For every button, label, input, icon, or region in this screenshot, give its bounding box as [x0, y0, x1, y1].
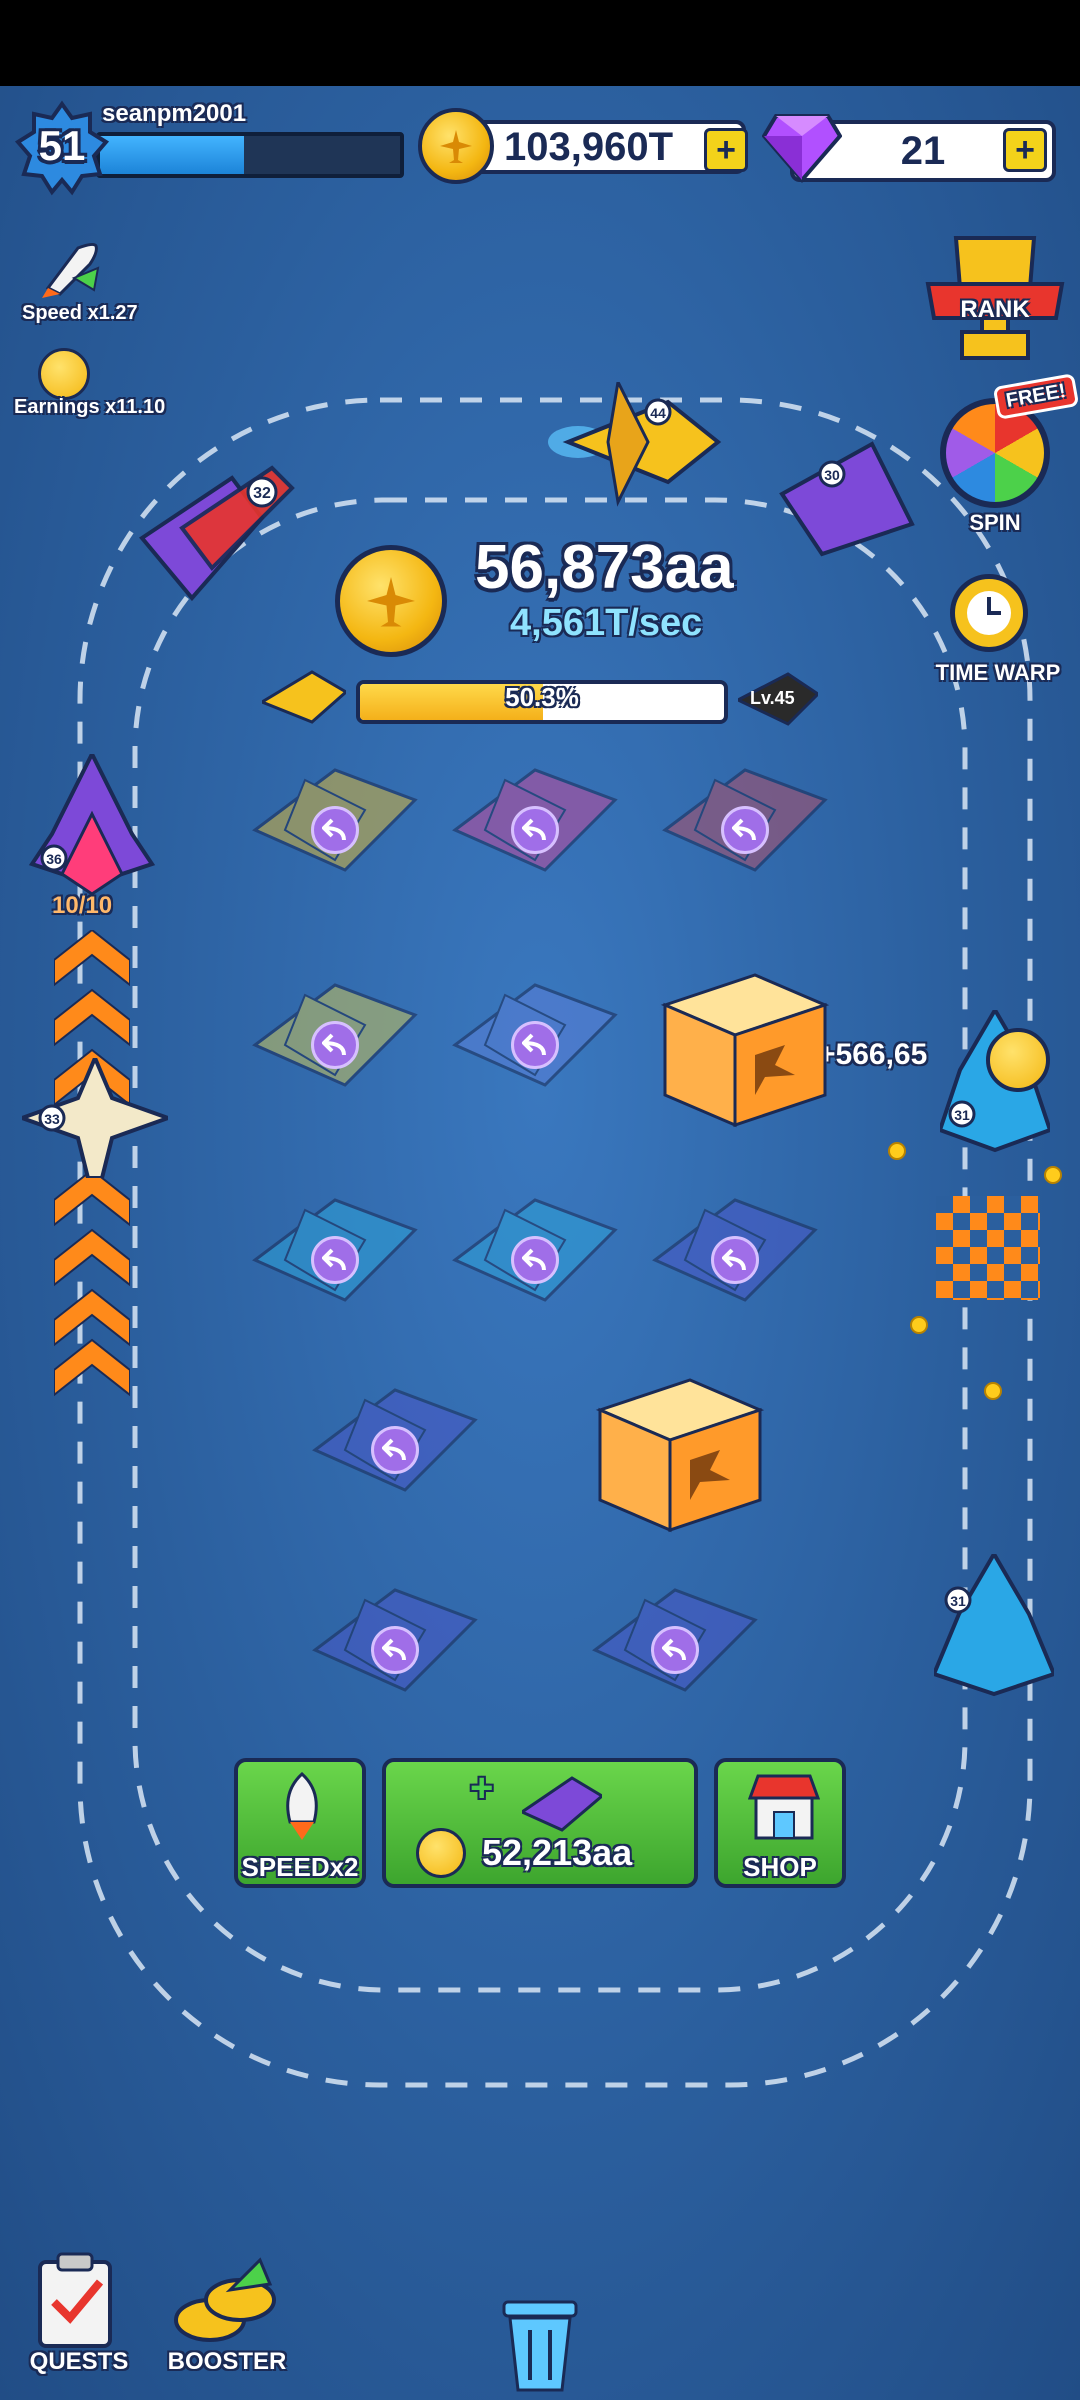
return-arrow-icon — [522, 1033, 546, 1056]
merge-slot-plane[interactable] — [245, 1180, 425, 1320]
track-plane-e: 33 — [22, 1058, 168, 1178]
merge-slot-plane[interactable] — [445, 1180, 625, 1320]
recall-plane-button[interactable] — [711, 1236, 759, 1284]
merge-slot-plane[interactable] — [245, 965, 425, 1105]
buy-plane-button[interactable]: + 52,213aa — [382, 1758, 698, 1888]
level-badge[interactable]: 51 — [14, 100, 110, 196]
shop-label: SHOP — [743, 1852, 817, 1882]
spin-wheel-icon[interactable] — [940, 398, 1050, 508]
collect-coin-icon[interactable] — [986, 1028, 1050, 1092]
trash-bin-icon[interactable] — [500, 2296, 580, 2392]
merge-slot-plane[interactable] — [245, 750, 425, 890]
speed-boost-label: Speed x1.27 — [22, 302, 138, 324]
recall-plane-button[interactable] — [511, 1021, 559, 1069]
track-plane-c-number: 30 — [824, 467, 840, 483]
track-plane-g-number: 31 — [950, 1593, 966, 1609]
mystery-box-icon — [660, 973, 830, 1128]
recall-plane-button[interactable] — [311, 1236, 359, 1284]
plus-icon: + — [470, 1766, 494, 1810]
return-arrow-icon — [662, 1638, 686, 1661]
merge-slot-plane[interactable] — [305, 1570, 485, 1710]
recall-plane-button[interactable] — [511, 806, 559, 854]
coin-particle — [984, 1382, 1002, 1400]
username: seanpm2001 — [102, 100, 247, 127]
return-arrow-icon — [322, 1033, 346, 1056]
track-plane-c: 30 — [779, 441, 915, 557]
xp-progress-bar — [96, 132, 404, 178]
return-arrow-icon — [382, 1438, 406, 1461]
shop-button[interactable]: SHOP — [714, 1758, 846, 1888]
coin-particle — [888, 1142, 906, 1160]
earning-rate: 4,561T/sec — [510, 602, 703, 644]
coin-particle — [1044, 1166, 1062, 1184]
shop-icon — [748, 1774, 820, 1840]
track-plane-b: 44 — [548, 382, 722, 507]
rocket-icon — [286, 1772, 318, 1840]
earnings-boost-label: Earnings x11.10 — [14, 396, 166, 418]
return-arrow-icon — [382, 1638, 406, 1661]
level-progress-text: 50.3% — [505, 682, 579, 712]
recall-plane-button[interactable] — [721, 806, 769, 854]
total-coins-icon — [335, 545, 447, 657]
track-plane-a: 32 — [139, 465, 295, 602]
earnings-boost-icon[interactable] — [38, 348, 90, 400]
track-plane-e-number: 33 — [44, 1111, 60, 1127]
recall-plane-button[interactable] — [651, 1626, 699, 1674]
gem-icon — [761, 108, 843, 189]
return-arrow-icon — [722, 1248, 746, 1271]
mystery-box[interactable] — [590, 1370, 770, 1533]
speed-x2-button[interactable]: SPEEDx2 — [234, 1758, 366, 1888]
track-plane-d-number: 36 — [46, 851, 62, 867]
add-gems-button[interactable]: + — [1003, 128, 1047, 172]
coin-particle — [910, 1316, 928, 1334]
recall-plane-button[interactable] — [311, 806, 359, 854]
return-arrow-icon — [522, 818, 546, 841]
return-arrow-icon — [522, 1248, 546, 1271]
buy-plane-price: 52,213aa — [482, 1832, 633, 1873]
quests-label: QUESTS — [29, 2348, 129, 2375]
recall-plane-button[interactable] — [371, 1626, 419, 1674]
quests-clipboard-icon[interactable] — [36, 2252, 118, 2348]
merge-slot-plane[interactable] — [305, 1370, 485, 1510]
track-plane-b-number: 44 — [650, 405, 666, 421]
return-arrow-icon — [322, 1248, 346, 1271]
rank-label: RANK — [960, 296, 1030, 323]
track-plane-g: 31 — [934, 1554, 1054, 1697]
add-coins-button[interactable]: + — [704, 128, 748, 172]
spin-label: SPIN — [969, 510, 1021, 535]
recall-plane-button[interactable] — [511, 1236, 559, 1284]
time-warp-clock-icon[interactable] — [950, 574, 1028, 652]
track-plane-d-boost: 10/10 — [52, 892, 113, 919]
current-level-plane-icon — [262, 670, 346, 724]
finish-line-flag — [936, 1196, 1040, 1300]
price-coin-icon — [416, 1828, 466, 1878]
coin-icon — [418, 108, 494, 184]
recall-plane-button[interactable] — [311, 1021, 359, 1069]
gem-amount: 21 — [900, 128, 946, 173]
speed-boost-icon[interactable] — [38, 238, 104, 305]
track-plane-a-number: 32 — [253, 485, 271, 502]
next-level-label: Lv.45 — [750, 688, 795, 708]
recall-plane-button[interactable] — [371, 1426, 419, 1474]
return-arrow-icon — [322, 818, 346, 841]
track-plane-f-number: 31 — [954, 1107, 970, 1123]
level-number: 51 — [38, 122, 86, 169]
merge-slot-plane[interactable] — [445, 750, 625, 890]
buy-plane-icon — [522, 1776, 602, 1832]
merge-slot-plane[interactable] — [585, 1570, 765, 1710]
total-coins: 56,873aa — [475, 533, 734, 602]
coin-amount: 103,960T — [504, 124, 674, 169]
booster-label: BOOSTER — [167, 2348, 287, 2375]
mystery-box[interactable] — [655, 965, 835, 1128]
merge-slot-plane[interactable] — [645, 1180, 825, 1320]
return-arrow-icon — [732, 818, 756, 841]
booster-coins-icon[interactable] — [170, 2250, 280, 2346]
merge-slot-plane[interactable] — [445, 965, 625, 1105]
merge-slot-plane[interactable] — [655, 750, 835, 890]
speed-x2-label: SPEEDx2 — [241, 1852, 359, 1882]
mystery-box-icon — [595, 1378, 765, 1533]
time-warp-label: TIME WARP — [935, 660, 1061, 685]
